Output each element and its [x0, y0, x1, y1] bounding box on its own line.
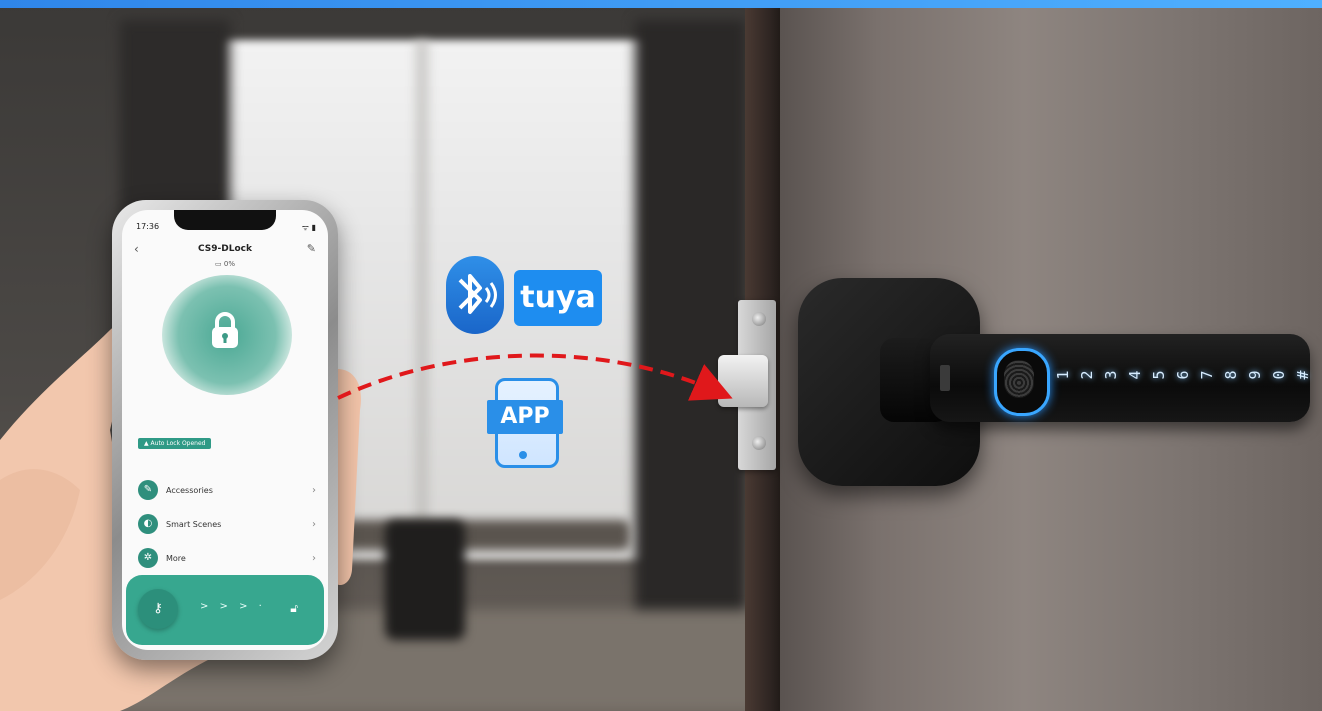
product-photo-scene: 1 2 3 4 5 6 7 8 9 0 # 17:36 ᯤ ▮ ‹ CS9-DLock ✎ ▭ 0%…	[0, 0, 1322, 711]
top-accent-bar	[0, 0, 1322, 8]
connection-arrow	[337, 353, 733, 401]
